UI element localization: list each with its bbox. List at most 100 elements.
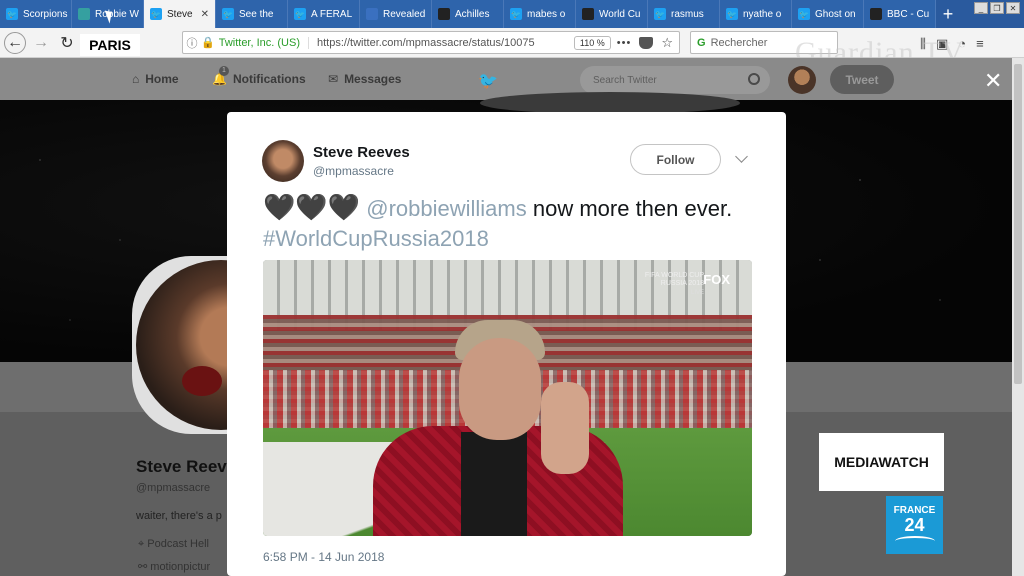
twitter-icon: 🐦 [6, 8, 18, 20]
mention-link[interactable]: @robbiewilliams [366, 196, 527, 221]
twitter-icon: 🐦 [222, 8, 234, 20]
tweet-media-video[interactable]: FIFA WORLD CUP RUSSIA 2018 FOX LIVE [263, 260, 752, 536]
tab-label: Steve [167, 8, 193, 20]
nav-home[interactable]: ⌂ Home [132, 72, 179, 86]
menu-icon[interactable]: ≡ [976, 36, 984, 52]
bbc-icon [870, 8, 882, 20]
paris-label: PARIS [80, 34, 140, 56]
bookmark-star-icon[interactable]: ☆ [661, 35, 673, 51]
twitter-bird-icon[interactable]: 🐦 [478, 71, 498, 91]
browser-tab[interactable]: 🐦 See the [216, 0, 288, 28]
account-avatar[interactable] [788, 66, 816, 94]
browser-tab[interactable]: 🐦 rasmus [648, 0, 720, 28]
hashtag-link[interactable]: #WorldCupRussia2018 [263, 226, 489, 251]
tweet-author-handle[interactable]: @mpmassacre [313, 164, 394, 178]
twitter-icon: 🐦 [294, 8, 306, 20]
tweet-author-name[interactable]: Steve Reeves [313, 144, 410, 161]
tab-label: Revealed [383, 8, 426, 20]
site-icon [366, 8, 378, 20]
address-bar[interactable]: ⓘ 🔒 Twitter, Inc. (US) https://twitter.c… [182, 31, 680, 54]
zoom-level[interactable]: 110 % [573, 35, 611, 50]
minimize-icon[interactable]: _ [974, 2, 988, 14]
tweet-author-avatar[interactable] [262, 140, 304, 182]
tab-label: rasmus [671, 8, 704, 20]
browser-tab[interactable]: BBC - Cu [864, 0, 936, 28]
twitter-search-input[interactable]: Search Twitter [580, 66, 770, 94]
france24-waves-icon [894, 535, 935, 546]
browser-nav-bar: ← → ↻ PARIS ⓘ 🔒 Twitter, Inc. (US) https… [0, 28, 1024, 69]
follow-button[interactable]: Follow [630, 144, 721, 175]
scrollbar-thumb[interactable] [1014, 64, 1022, 384]
tab-label: See the [239, 8, 274, 20]
browser-tab[interactable]: 🐦 Scorpions [0, 0, 72, 28]
profile-location: ⌖ Podcast Hell [138, 538, 209, 551]
performer-face [459, 338, 541, 440]
pocket-icon[interactable] [639, 36, 654, 49]
page-actions-icon[interactable]: ••• [617, 37, 632, 49]
profile-handle: @mpmassacre [136, 482, 211, 494]
nav-messages[interactable]: ✉ Messages [328, 72, 401, 86]
url-text[interactable]: https://twitter.com/mpmassacre/status/10… [317, 37, 574, 49]
browser-tab[interactable]: Achilles [432, 0, 504, 28]
browser-tab[interactable]: Revealed [360, 0, 432, 28]
browser-tab[interactable]: 🐦 mabes o [504, 0, 576, 28]
restore-icon[interactable]: ❐ [990, 2, 1004, 14]
tab-label: A FERAL [311, 8, 353, 20]
browser-tab-strip: 🐦 Scorpions Robbie W 🐦 Steve ✕ 🐦 See the 🐦 A … [0, 0, 1024, 28]
browser-tab[interactable]: 🐦 nyathe o [720, 0, 792, 28]
back-button[interactable]: ← [4, 32, 26, 54]
close-tab-icon[interactable]: ✕ [201, 9, 209, 20]
performer-hand [541, 382, 589, 474]
browser-tab[interactable]: 🐦 Ghost on [792, 0, 864, 28]
search-icon[interactable] [748, 73, 760, 85]
chevron-down-icon[interactable] [735, 150, 748, 163]
tab-label: mabes o [527, 8, 566, 20]
tweet-timestamp[interactable]: 6:58 PM - 14 Jun 2018 [263, 550, 384, 564]
twitter-icon: 🐦 [726, 8, 738, 20]
nav-notifications-label: Notifications [232, 72, 306, 86]
twitter-icon: 🐦 [654, 8, 666, 20]
close-modal-icon[interactable]: ✕ [984, 68, 1002, 94]
new-tab-button[interactable]: + [936, 0, 960, 28]
profile-url[interactable]: ⚯ motionpictur [138, 560, 210, 573]
bbc-icon [582, 8, 594, 20]
close-window-icon[interactable]: ✕ [1006, 2, 1020, 14]
tab-label: nyathe o [743, 8, 782, 20]
event-line2: RUSSIA 2018 [660, 280, 704, 287]
france24-line1: FRANCE [893, 504, 936, 516]
lock-icon[interactable]: 🔒 [201, 36, 215, 49]
forward-button[interactable]: → [30, 32, 52, 54]
browser-tab-active[interactable]: 🐦 Steve ✕ [144, 0, 216, 28]
twitter-icon: 🐦 [510, 8, 522, 20]
france24-line2: 24 [904, 514, 925, 535]
reload-button[interactable]: ↻ [56, 32, 78, 54]
page-scrollbar[interactable] [1012, 58, 1024, 576]
guardian-icon [78, 8, 90, 20]
bbc-icon [438, 8, 450, 20]
nav-home-label: Home [145, 72, 179, 86]
site-identity[interactable]: Twitter, Inc. (US) [219, 36, 309, 49]
profile-url-text[interactable]: motionpictur [150, 561, 210, 573]
search-placeholder: Rechercher [710, 36, 768, 49]
link-icon: ⚯ [138, 561, 151, 573]
tab-label: World Cu [599, 8, 641, 20]
performer [373, 320, 643, 536]
search-engine-icon: G [697, 36, 706, 49]
twitter-search-placeholder: Search Twitter [593, 74, 657, 86]
tab-label: Ghost on [815, 8, 856, 20]
event-logo: FIFA WORLD CUP RUSSIA 2018 [645, 272, 704, 288]
notification-badge: 1 [219, 66, 229, 76]
compose-tweet-button[interactable]: Tweet [830, 65, 894, 94]
broadcaster-logo: FOX [703, 272, 730, 287]
black-hearts: 🖤🖤🖤 [263, 192, 361, 222]
banner-moon [480, 92, 740, 114]
mediawatch-logo: MEDIAWATCH [819, 433, 944, 491]
info-icon[interactable]: ⓘ [183, 35, 201, 51]
performer-shirt [461, 432, 527, 536]
home-icon: ⌂ [132, 72, 140, 86]
browser-tab[interactable]: World Cu [576, 0, 648, 28]
tab-label: Achilles [455, 8, 490, 20]
browser-tab[interactable]: 🐦 A FERAL [288, 0, 360, 28]
tab-label: Scorpions [23, 8, 68, 20]
profile-avatar-detail [182, 366, 222, 396]
